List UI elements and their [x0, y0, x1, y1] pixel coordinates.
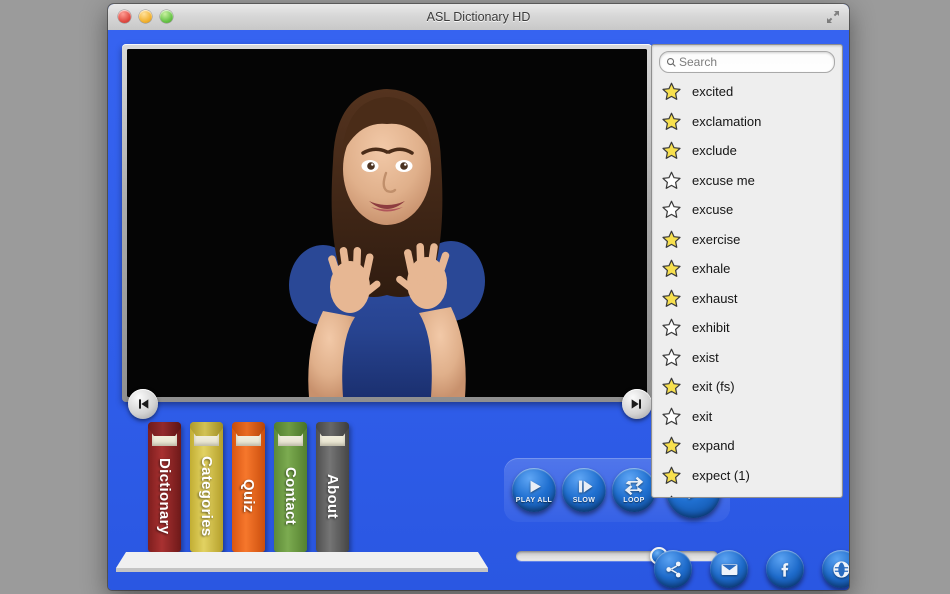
share-button[interactable] [654, 550, 692, 588]
window-title: ASL Dictionary HD [426, 10, 531, 24]
list-item-label: exclamation [692, 113, 762, 129]
skip-previous-icon [139, 399, 149, 409]
list-item[interactable]: exist [652, 343, 842, 373]
list-item[interactable]: exclamation [652, 107, 842, 137]
star-filled-icon[interactable] [661, 140, 682, 161]
book-label: Categories [198, 455, 215, 537]
book-categories[interactable]: Categories [190, 422, 223, 552]
search-icon [666, 57, 676, 67]
book-cap [274, 422, 307, 436]
word-list[interactable]: excited exclamation exclude excuse me excuse… [652, 77, 842, 497]
star-filled-icon[interactable] [661, 435, 682, 456]
facebook-icon [781, 562, 788, 577]
website-button[interactable] [822, 550, 849, 588]
star-filled-icon[interactable] [661, 81, 682, 102]
list-item-label: exhaust [692, 290, 738, 306]
star-filled-icon[interactable] [661, 229, 682, 250]
video-player[interactable] [127, 49, 647, 397]
list-item[interactable]: exhaust [652, 284, 842, 314]
book-about[interactable]: About [316, 422, 349, 552]
list-item-label: exit (fs) [692, 379, 735, 395]
email-button[interactable] [710, 550, 748, 588]
social-button-row [654, 550, 849, 588]
list-item[interactable]: exhale [652, 254, 842, 284]
book-label: Contact [282, 467, 299, 525]
search-input[interactable]: Search [659, 51, 835, 73]
book-contact[interactable]: Contact [274, 422, 307, 552]
play-icon [525, 476, 544, 496]
list-item-label: excuse [692, 202, 734, 218]
list-item-label: exhale [692, 261, 731, 277]
window-titlebar[interactable]: ASL Dictionary HD [108, 4, 849, 31]
slow-button[interactable]: SLOW [562, 468, 606, 512]
list-item[interactable]: excuse [652, 195, 842, 225]
list-item[interactable]: expand [652, 431, 842, 461]
resize-fullscreen-icon[interactable] [825, 9, 841, 25]
next-sign-button[interactable] [622, 389, 652, 419]
desktop-background: ASL Dictionary HD Dictionary Categories … [0, 0, 950, 594]
book-cap [232, 422, 265, 436]
list-item-label: expand [692, 438, 735, 454]
skip-next-icon [631, 399, 641, 409]
play-all-label: PLAY ALL [515, 497, 553, 504]
star-filled-icon[interactable] [661, 288, 682, 309]
bookshelf-nav: Dictionary Categories Quiz Contact About [116, 422, 496, 587]
slow-label: SLOW [572, 497, 596, 504]
facebook-button[interactable] [766, 550, 804, 588]
star-filled-icon[interactable] [661, 465, 682, 486]
star-outline-icon[interactable] [661, 317, 682, 338]
list-item[interactable]: exclude [652, 136, 842, 166]
previous-sign-button[interactable] [128, 389, 158, 419]
list-item-label: excited [692, 84, 734, 100]
book-cap [316, 422, 349, 436]
book-label: Dictionary [156, 457, 173, 535]
star-filled-icon[interactable] [661, 376, 682, 397]
star-outline-icon[interactable] [661, 199, 682, 220]
word-list-sidebar: Search excited exclamation exclude excuse m… [651, 44, 843, 498]
globe-icon [832, 560, 849, 578]
list-item-label: exit [692, 408, 713, 424]
star-filled-icon[interactable] [661, 258, 682, 279]
mail-icon [721, 563, 737, 575]
list-item-label: exclude [692, 143, 737, 159]
loop-icon [624, 476, 644, 496]
shelf-board [116, 552, 488, 572]
list-item[interactable]: expect (2) [652, 490, 842, 497]
video-frame [122, 44, 652, 419]
book-label: About [324, 473, 341, 519]
list-item-label: excuse me [692, 172, 755, 188]
list-item[interactable]: excuse me [652, 166, 842, 196]
star-outline-icon[interactable] [661, 347, 682, 368]
loop-label: LOOP [623, 497, 645, 504]
app-window: ASL Dictionary HD Dictionary Categories … [108, 4, 849, 590]
star-outline-icon[interactable] [661, 406, 682, 427]
app-content: Dictionary Categories Quiz Contact About… [108, 30, 849, 590]
video-still [127, 49, 647, 397]
list-item[interactable]: expect (1) [652, 461, 842, 491]
book-cap [190, 422, 223, 436]
list-item-label: exercise [692, 231, 741, 247]
slow-play-icon [575, 476, 594, 496]
list-item-label: expect (1) [692, 467, 750, 483]
search-placeholder: Search [679, 55, 718, 69]
list-item[interactable]: exhibit [652, 313, 842, 343]
list-item-label: exist [692, 349, 719, 365]
book-dictionary[interactable]: Dictionary [148, 422, 181, 552]
book-quiz[interactable]: Quiz [232, 422, 265, 552]
play-all-button[interactable]: PLAY ALL [512, 468, 556, 512]
list-item[interactable]: exit (fs) [652, 372, 842, 402]
book-list: Dictionary Categories Quiz Contact About [148, 422, 349, 552]
search-area: Search [652, 45, 842, 77]
list-item[interactable]: exercise [652, 225, 842, 255]
share-icon [665, 561, 681, 577]
star-outline-icon[interactable] [661, 170, 682, 191]
list-item[interactable]: excited [652, 77, 842, 107]
book-label: Quiz [240, 479, 257, 513]
star-filled-icon[interactable] [661, 111, 682, 132]
book-cap [148, 422, 181, 436]
list-item-label: exhibit [692, 320, 730, 336]
list-item[interactable]: exit [652, 402, 842, 432]
loop-button[interactable]: LOOP [612, 468, 656, 512]
star-filled-icon[interactable] [661, 494, 682, 497]
